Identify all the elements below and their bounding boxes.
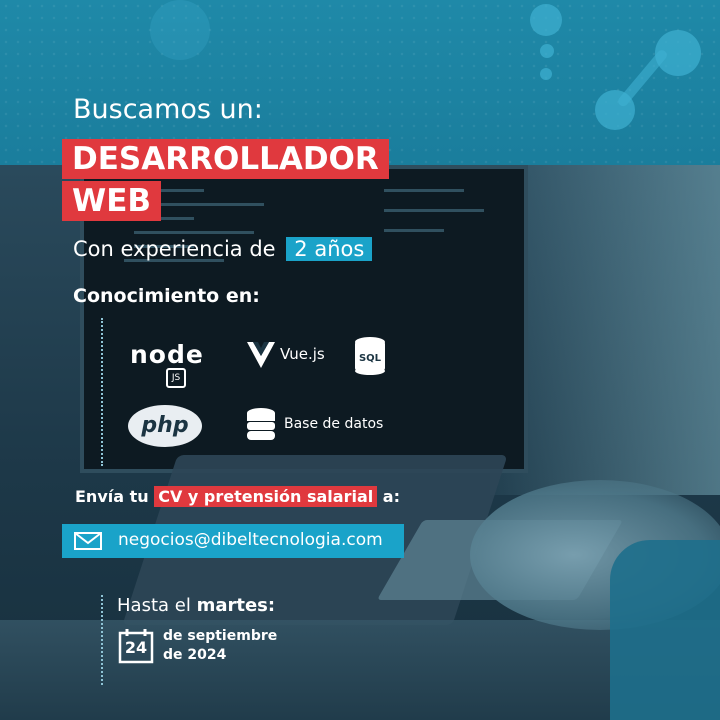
experience-badge: 2 años xyxy=(286,237,373,261)
job-title-line1: DESARROLLADOR xyxy=(62,139,389,179)
deadline-day: 24 xyxy=(124,638,148,657)
intro-text: Buscamos un: xyxy=(73,94,263,125)
code-line xyxy=(384,189,464,192)
molecule-node xyxy=(540,44,554,58)
deadline-heading: Hasta el martes: xyxy=(117,595,275,616)
database-stack-icon xyxy=(247,408,275,440)
dotted-divider xyxy=(101,318,103,466)
php-logo-icon: php xyxy=(128,405,202,447)
sql-database-icon: SQL xyxy=(355,337,385,375)
code-line xyxy=(134,231,254,234)
email-address[interactable]: negocios@dibeltecnologia.com xyxy=(118,530,383,550)
nodejs-badge: JS xyxy=(166,368,186,388)
experience-line: Con experiencia de 2 años xyxy=(73,237,373,261)
dotted-divider xyxy=(101,595,103,685)
sql-label: SQL xyxy=(359,353,382,364)
experience-text: Con experiencia de xyxy=(73,237,276,261)
job-title-line2: WEB xyxy=(62,181,161,221)
vue-label: Vue.js xyxy=(280,345,325,363)
molecule-node xyxy=(540,68,552,80)
molecule-node xyxy=(530,4,562,36)
deadline-prefix: Hasta el xyxy=(117,595,191,616)
job-poster: Buscamos un: DESARROLLADOR WEB Con exper… xyxy=(0,0,720,720)
apply-line: Envía tu CV y pretensión salarial a: xyxy=(75,486,400,507)
code-line xyxy=(384,209,484,212)
nodejs-logo-icon: node xyxy=(130,340,204,369)
database-label: Base de datos xyxy=(284,416,384,432)
apply-highlight: CV y pretensión salarial xyxy=(154,486,378,507)
envelope-icon xyxy=(74,532,102,550)
deadline-day-name: martes: xyxy=(196,595,276,616)
email-box[interactable]: negocios@dibeltecnologia.com xyxy=(62,524,404,558)
molecule-node xyxy=(150,0,210,60)
deadline-month: de septiembre xyxy=(163,628,278,644)
sleeve xyxy=(610,540,720,720)
vue-logo-icon xyxy=(247,342,275,368)
code-line xyxy=(384,229,444,232)
apply-prefix: Envía tu xyxy=(75,487,149,506)
apply-suffix: a: xyxy=(382,487,400,506)
deadline-year: de 2024 xyxy=(163,647,227,663)
skills-heading: Conocimiento en: xyxy=(73,285,260,307)
